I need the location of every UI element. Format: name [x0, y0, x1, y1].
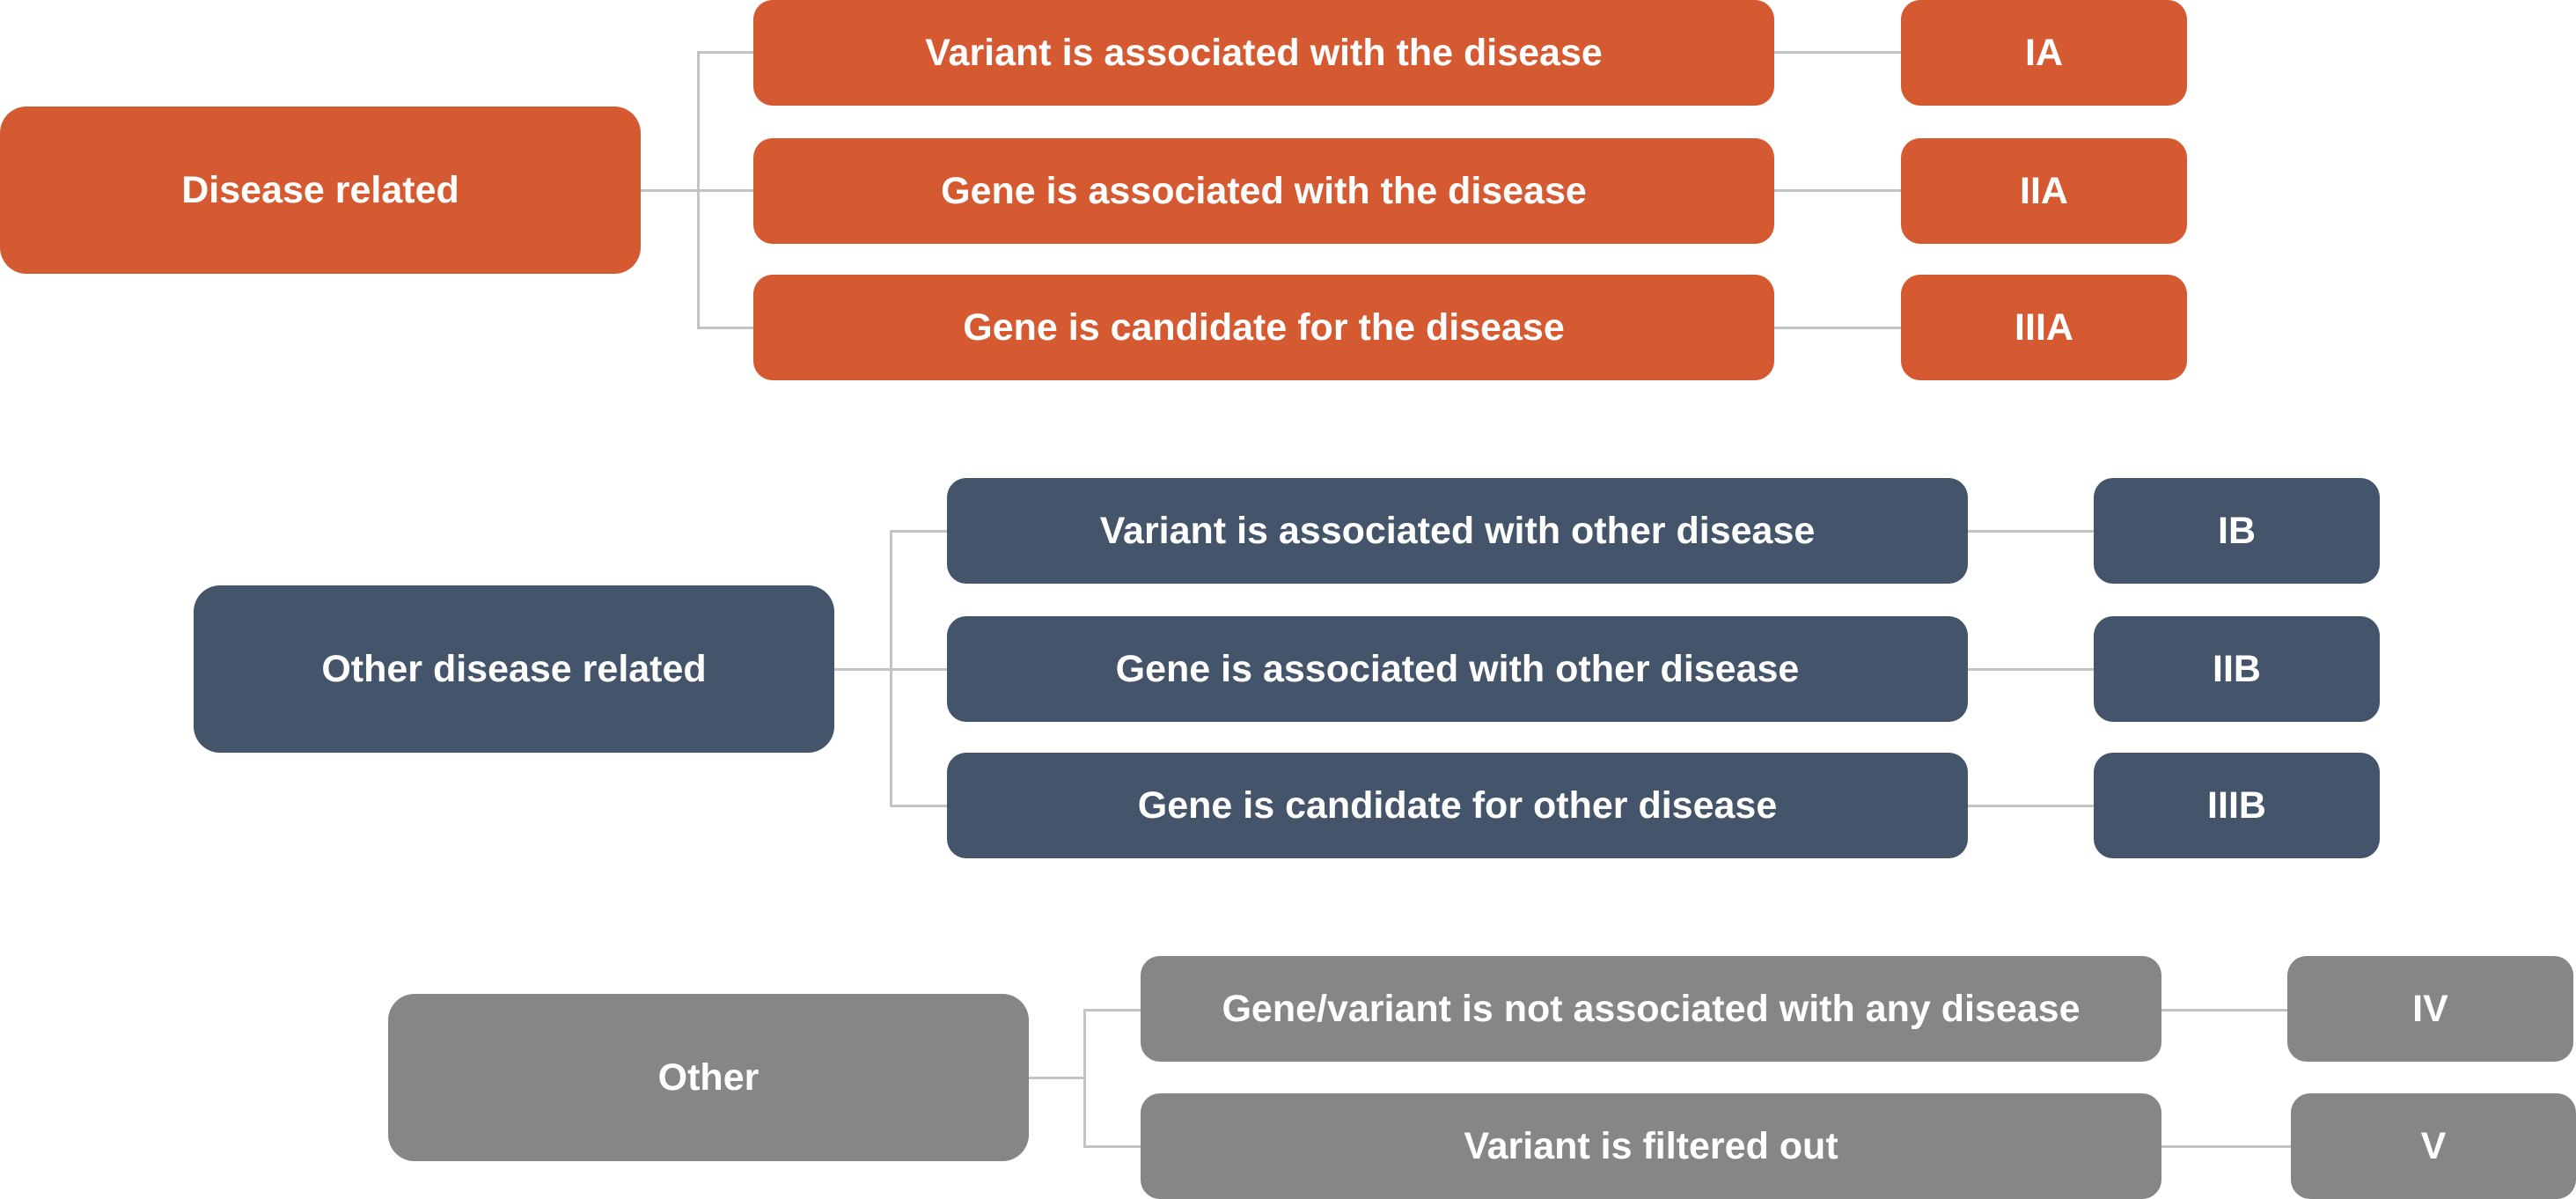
connector-line	[1774, 51, 1901, 54]
category-box-disease-related: Disease related	[0, 107, 641, 274]
criterion-box: Gene is associated with other disease	[947, 616, 1968, 722]
category-label: Other	[657, 1056, 760, 1099]
class-code-box: IIIB	[2094, 753, 2380, 858]
class-code-box: IIB	[2094, 616, 2380, 722]
criterion-box: Gene is candidate for the disease	[753, 275, 1774, 380]
criterion-box: Gene is associated with the disease	[753, 138, 1774, 244]
class-code: IIIB	[2207, 783, 2266, 827]
criterion-label: Gene is associated with other disease	[1115, 647, 1800, 690]
class-code-box: IIA	[1901, 138, 2187, 244]
class-code-box: IA	[1901, 0, 2187, 106]
connector-line	[1083, 1009, 1141, 1011]
connector-line	[1967, 805, 2094, 807]
criterion-label: Gene is candidate for other disease	[1137, 783, 1778, 827]
connector-line	[890, 530, 947, 533]
connector-line	[2161, 1145, 2291, 1148]
connector-line	[641, 189, 753, 192]
criterion-label: Variant is associated with other disease	[1099, 509, 1816, 552]
connector-line	[1774, 189, 1901, 192]
class-code-box: IB	[2094, 478, 2380, 584]
class-code: IV	[2412, 987, 2448, 1030]
class-code-box: IV	[2287, 956, 2573, 1062]
criterion-box: Variant is associated with other disease	[947, 478, 1968, 584]
connector-line	[1083, 1009, 1086, 1147]
criterion-box: Gene is candidate for other disease	[947, 753, 1968, 858]
class-code: IA	[2025, 31, 2063, 74]
category-box-other-disease-related: Other disease related	[194, 585, 834, 753]
class-code-box: V	[2291, 1093, 2576, 1199]
connector-line	[697, 51, 753, 54]
connector-line	[1083, 1145, 1141, 1148]
connector-line	[1029, 1077, 1083, 1079]
criterion-box: Variant is associated with the disease	[753, 0, 1774, 106]
criterion-label: Gene is associated with the disease	[941, 169, 1587, 212]
category-box-other: Other	[388, 994, 1029, 1161]
class-code: IB	[2218, 509, 2256, 552]
criterion-label: Variant is associated with the disease	[925, 31, 1603, 74]
criterion-label: Variant is filtered out	[1464, 1124, 1838, 1167]
connector-line	[1967, 530, 2094, 533]
criterion-box: Variant is filtered out	[1141, 1093, 2161, 1199]
category-label: Other disease related	[321, 647, 707, 690]
connector-line	[2161, 1009, 2287, 1011]
class-code: IIB	[2213, 647, 2261, 690]
criterion-label: Gene/variant is not associated with any …	[1222, 987, 2081, 1030]
connector-line	[890, 805, 947, 807]
criterion-box: Gene/variant is not associated with any …	[1141, 956, 2161, 1062]
class-code: V	[2420, 1124, 2447, 1167]
class-code: IIIA	[2015, 305, 2073, 349]
connector-line	[1967, 668, 2094, 671]
connector-line	[697, 327, 753, 329]
criterion-label: Gene is candidate for the disease	[963, 305, 1565, 349]
category-label: Disease related	[181, 168, 459, 211]
class-code-box: IIIA	[1901, 275, 2187, 380]
class-code: IIA	[2020, 169, 2068, 212]
connector-line	[1774, 327, 1901, 329]
connector-line	[834, 668, 947, 671]
